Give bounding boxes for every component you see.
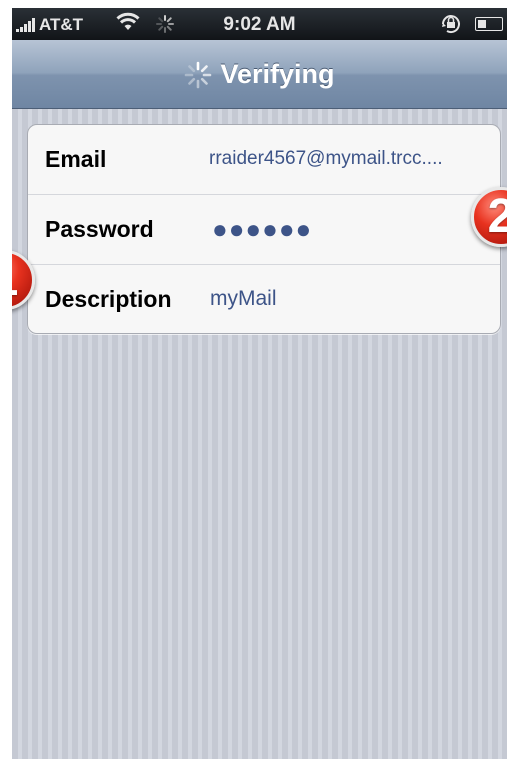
email-field[interactable]: rraider4567@mymail.trcc....: [209, 148, 443, 170]
password-field[interactable]: ●●●●●●: [212, 214, 312, 245]
email-row[interactable]: Email rraider4567@mymail.trcc....: [28, 125, 500, 195]
iphone-screen: AT&T 9:02 AM Verifying Email rraider4567…: [12, 8, 507, 759]
description-field[interactable]: myMail: [210, 287, 277, 311]
battery-icon: [475, 17, 505, 31]
description-label: Description: [45, 286, 172, 312]
activity-spinner-icon: [185, 61, 212, 89]
account-form: Email rraider4567@mymail.trcc.... Passwo…: [27, 124, 501, 334]
status-bar: AT&T 9:02 AM: [12, 8, 507, 40]
rotation-lock-icon: [442, 15, 460, 34]
navigation-bar: Verifying: [12, 40, 507, 109]
description-row[interactable]: Description myMail: [28, 265, 500, 333]
password-label: Password: [45, 216, 154, 242]
email-label: Email: [45, 146, 107, 172]
page-title: Verifying: [220, 58, 335, 89]
password-row[interactable]: Password ●●●●●●: [28, 195, 500, 265]
status-time: 9:02 AM: [223, 14, 296, 35]
